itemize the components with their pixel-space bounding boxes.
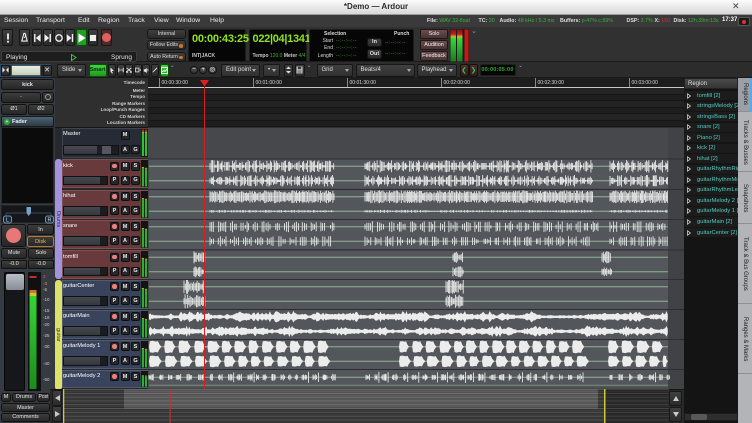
svg-text:L: L xyxy=(6,217,9,223)
svg-text:R: R xyxy=(48,217,52,223)
